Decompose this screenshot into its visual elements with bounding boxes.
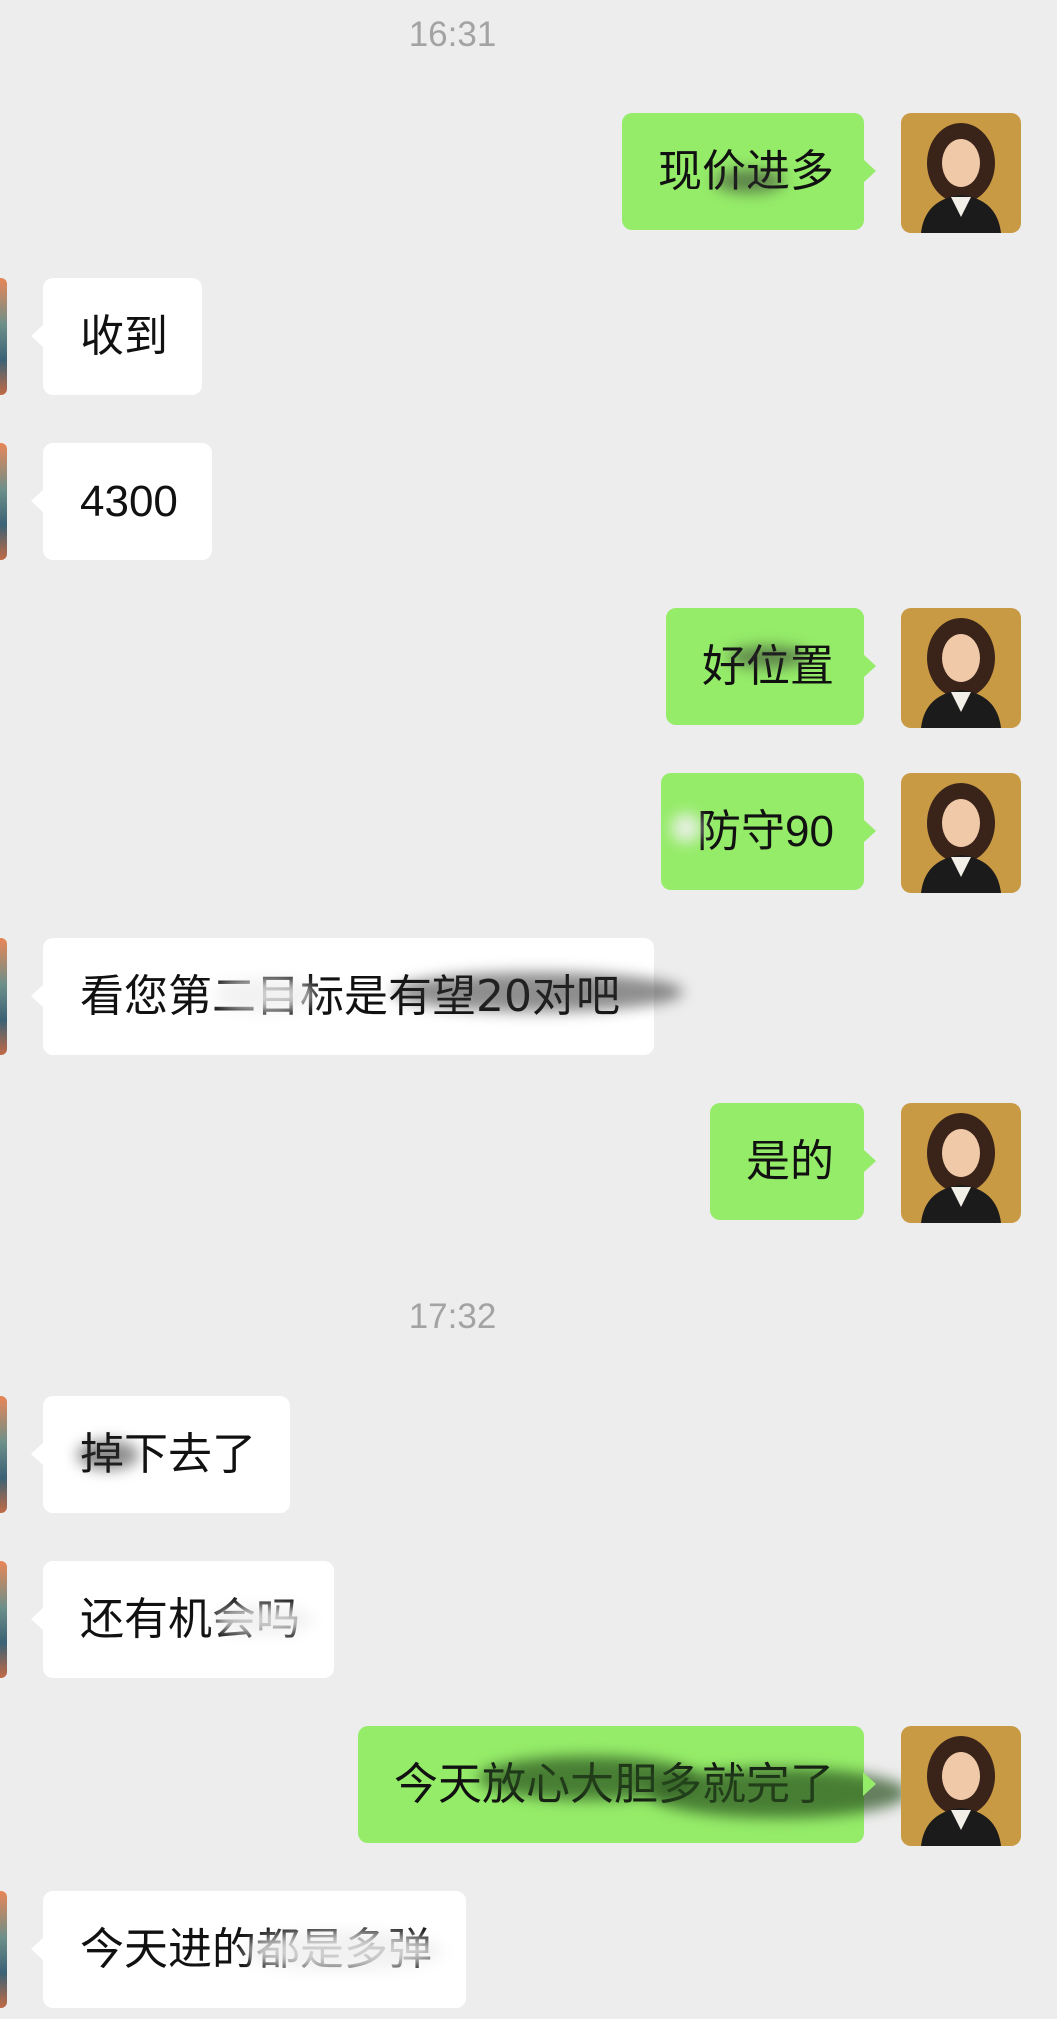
message-text: 收到	[80, 311, 168, 362]
incoming-message[interactable]: 4300	[31, 443, 212, 560]
avatar-woman-portrait-icon	[901, 1726, 1021, 1846]
my-avatar[interactable]	[901, 608, 1021, 728]
avatar-woman-portrait-icon	[901, 608, 1021, 728]
message-row: 是的	[0, 1103, 1057, 1223]
contact-avatar[interactable]	[0, 443, 7, 560]
contact-avatar[interactable]	[0, 278, 7, 395]
message-row: 现价进多	[0, 113, 1057, 233]
contact-avatar[interactable]	[0, 1561, 7, 1678]
message-text: 4300	[80, 477, 178, 526]
avatar-woman-portrait-icon	[901, 1103, 1021, 1223]
my-avatar[interactable]	[901, 1103, 1021, 1223]
message-row: 好位置	[0, 608, 1057, 728]
outgoing-message[interactable]: 好位置	[666, 608, 876, 725]
contact-avatar[interactable]	[0, 938, 7, 1055]
timestamp: 17:32	[408, 1297, 497, 1336]
incoming-message[interactable]: 收到	[31, 278, 202, 395]
incoming-message[interactable]: 今天进的都是多弹	[31, 1891, 466, 2008]
message-text: 防守90	[697, 807, 834, 856]
avatar-woman-portrait-icon	[901, 773, 1021, 893]
incoming-message[interactable]: 掉下去了	[31, 1396, 290, 1513]
message-row: 4300	[0, 443, 1057, 560]
message-row: 今天进的都是多弹	[0, 1891, 1057, 2008]
my-avatar[interactable]	[901, 773, 1021, 893]
outgoing-message[interactable]: 是的	[710, 1103, 876, 1220]
message-row: 今天放心大胆多就完了	[0, 1726, 1057, 1846]
message-text: 是的	[746, 1136, 834, 1187]
contact-avatar[interactable]	[0, 1891, 7, 2008]
message-row: 防守90	[0, 773, 1057, 893]
message-row: 掉下去了	[0, 1396, 1057, 1513]
avatar-woman-portrait-icon	[901, 113, 1021, 233]
my-avatar[interactable]	[901, 1726, 1021, 1846]
timestamp: 16:31	[408, 15, 497, 54]
outgoing-message[interactable]: 现价进多	[622, 113, 876, 230]
outgoing-message[interactable]: 今天放心大胆多就完了	[358, 1726, 908, 1843]
message-row: 看您第二目标是有望20对吧	[0, 938, 1057, 1055]
my-avatar[interactable]	[901, 113, 1021, 233]
contact-avatar[interactable]	[0, 1396, 7, 1513]
message-row: 收到	[0, 278, 1057, 395]
incoming-message[interactable]: 看您第二目标是有望20对吧	[31, 938, 683, 1055]
outgoing-message[interactable]: 防守90	[661, 773, 876, 890]
message-row: 还有机会吗	[0, 1561, 1057, 1678]
incoming-message[interactable]: 还有机会吗	[31, 1561, 334, 1678]
